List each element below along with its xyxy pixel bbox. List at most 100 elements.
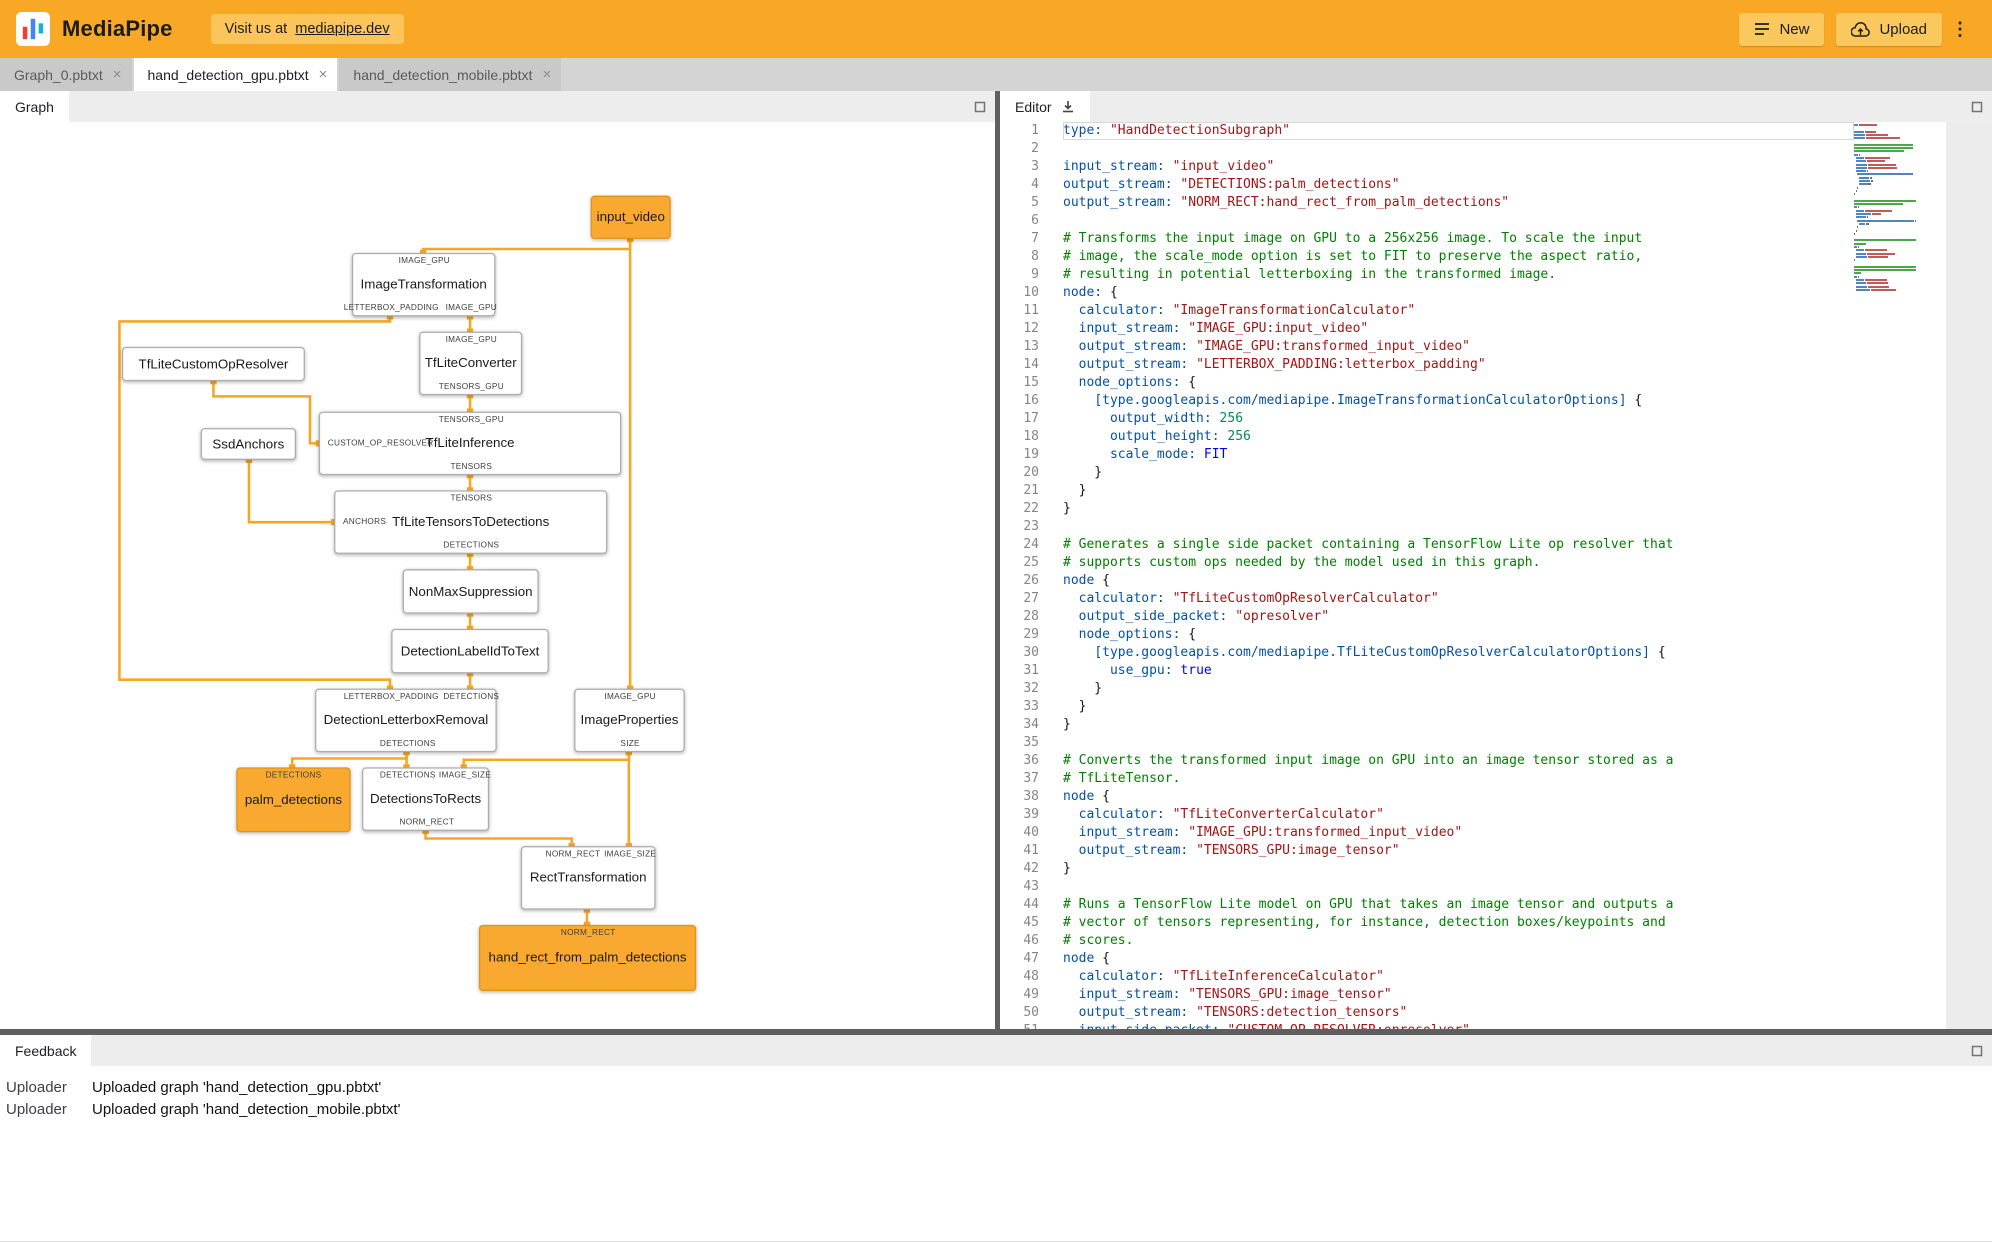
graph-node-label: hand_rect_from_palm_detections xyxy=(488,950,687,966)
code-line[interactable]: # Transforms the input image on GPU to a… xyxy=(1063,230,1854,248)
code-line[interactable]: # vector of tensors representing, for in… xyxy=(1063,914,1854,932)
minimap-line xyxy=(1854,245,1946,248)
code-line[interactable]: [type.googleapis.com/mediapipe.ImageTran… xyxy=(1063,392,1854,410)
file-tab-hand_detection_gpu.pbtxt[interactable]: hand_detection_gpu.pbtxt × xyxy=(133,58,338,91)
graph-node-tflite-converter[interactable]: IMAGE_GPU TENSORS_GPU TfLiteConverter xyxy=(419,331,523,396)
code-line[interactable]: output_stream: "IMAGE_GPU:transformed_in… xyxy=(1063,338,1854,356)
code-line[interactable]: input_stream: "IMAGE_GPU:input_video" xyxy=(1063,320,1854,338)
more-options-button[interactable]: ⋮ xyxy=(1944,11,1976,48)
code-line[interactable]: output_side_packet: "opresolver" xyxy=(1063,608,1854,626)
code-line[interactable]: input_stream: "TENSORS_GPU:image_tensor" xyxy=(1063,986,1854,1004)
code-line[interactable]: node_options: { xyxy=(1063,626,1854,644)
code-line[interactable]: # scores. xyxy=(1063,932,1854,950)
code-line[interactable]: output_stream: "NORM_RECT:hand_rect_from… xyxy=(1063,194,1854,212)
graph-node-tflite-tensors-to-detections[interactable]: TENSORS DETECTIONS ANCHORS TfLiteTensorsToD… xyxy=(334,490,608,554)
graph-node-image-properties[interactable]: IMAGE_GPU SIZE ImageProperties xyxy=(574,688,685,753)
close-icon[interactable]: × xyxy=(113,67,122,82)
minimap-line xyxy=(1854,242,1946,245)
code-line[interactable]: node: { xyxy=(1063,284,1854,302)
graph-node-detection-letterbox-removal[interactable]: LETTERBOX_PADDING DETECTIONS DETECTIONS Det… xyxy=(315,688,499,753)
new-button[interactable]: New xyxy=(1739,12,1825,46)
code-line[interactable]: # image, the scale_mode option is set to… xyxy=(1063,248,1854,266)
line-number: 32 xyxy=(1023,681,1039,696)
file-tab-hand_detection_mobile.pbtxt[interactable]: hand_detection_mobile.pbtxt × xyxy=(339,58,562,91)
code-line[interactable]: output_stream: "LETTERBOX_PADDING:letter… xyxy=(1063,356,1854,374)
code-line[interactable]: output_stream: "TENSORS:detection_tensor… xyxy=(1063,1004,1854,1022)
code-line[interactable]: node { xyxy=(1063,572,1854,590)
minimap-line xyxy=(1854,278,1946,281)
code-line[interactable]: input_stream: "input_video" xyxy=(1063,158,1854,176)
editor-scrollbar-track[interactable] xyxy=(1946,122,1992,1029)
code-line[interactable]: [type.googleapis.com/mediapipe.TfLiteCus… xyxy=(1063,644,1854,662)
code-line[interactable]: } xyxy=(1063,500,1854,518)
graph-node-hand-rect-from-palm-detections[interactable]: NORM_RECT hand_rect_from_palm_detections xyxy=(478,924,697,991)
graph-node-image-transformation[interactable]: IMAGE_GPU LETTERBOX_PADDING IMAGE_GPU Image… xyxy=(344,252,497,317)
code-line[interactable]: } xyxy=(1063,860,1854,878)
visit-link[interactable]: mediapipe.dev xyxy=(295,21,389,37)
code-line[interactable]: # TfLiteTensor. xyxy=(1063,770,1854,788)
line-number: 25 xyxy=(1023,555,1039,570)
graph-canvas-viewport[interactable]: input_video IMAGE_GPU LETTERBOX_PADDING IMA… xyxy=(0,122,995,1029)
code-line[interactable]: calculator: "TfLiteConverterCalculator" xyxy=(1063,806,1854,824)
code-editor[interactable]: 1 2 3 4 5 6 7 8 9 10 11 12 13 14 15 16 17 18 19 20 21 22 23 24 2… xyxy=(1000,122,1992,1029)
code-line[interactable]: } xyxy=(1063,698,1854,716)
download-graph-icon[interactable] xyxy=(1061,100,1075,114)
minimap-line xyxy=(1854,150,1946,153)
code-line[interactable]: # resulting in potential letterboxing in… xyxy=(1063,266,1854,284)
graph-node-tflite-custom-op-resolver[interactable]: TfLiteCustomOpResolver xyxy=(121,346,305,382)
code-line[interactable]: input_stream: "IMAGE_GPU:transformed_inp… xyxy=(1063,824,1854,842)
code-line[interactable] xyxy=(1063,140,1854,158)
line-number: 15 xyxy=(1023,375,1039,390)
graph-node-palm-detections[interactable]: DETECTIONS palm_detections xyxy=(236,767,351,833)
code-line[interactable] xyxy=(1063,518,1854,536)
editor-minimap[interactable] xyxy=(1854,122,1946,1029)
code-line[interactable]: } xyxy=(1063,482,1854,500)
graph-node-label: NonMaxSuppression xyxy=(408,583,533,600)
code-line[interactable]: node { xyxy=(1063,950,1854,968)
code-line[interactable]: output_stream: "DETECTIONS:palm_detectio… xyxy=(1063,176,1854,194)
code-line[interactable]: } xyxy=(1063,464,1854,482)
graph-node-detections-to-rects[interactable]: DETECTIONS IMAGE_SIZE NORM_RECT DetectionsT… xyxy=(362,767,491,831)
graph-node-ssd-anchors[interactable]: SsdAnchors xyxy=(200,428,297,460)
graph-node-detection-label-id-to-text[interactable]: DetectionLabelIdToText xyxy=(391,628,549,674)
line-number: 20 xyxy=(1023,465,1039,480)
code-line[interactable]: output_width: 256 xyxy=(1063,410,1854,428)
file-tab-Graph_0.pbtxt[interactable]: Graph_0.pbtxt × xyxy=(0,58,132,91)
code-line[interactable]: use_gpu: true xyxy=(1063,662,1854,680)
tab-feedback[interactable]: Feedback xyxy=(0,1035,92,1066)
graph-node-non-max-suppression[interactable]: NonMaxSuppression xyxy=(402,569,539,614)
visit-chip: Visit us at mediapipe.dev xyxy=(210,14,404,44)
code-line[interactable]: calculator: "TfLiteCustomOpResolverCalcu… xyxy=(1063,590,1854,608)
code-line[interactable]: calculator: "TfLiteInferenceCalculator" xyxy=(1063,968,1854,986)
graph-node-input-video[interactable]: input_video xyxy=(590,195,671,239)
code-line[interactable]: input_side_packet: "CUSTOM_OP_RESOLVER:o… xyxy=(1063,1022,1854,1029)
code-line[interactable]: output_height: 256 xyxy=(1063,428,1854,446)
port-label: IMAGE_SIZE xyxy=(604,849,657,859)
upload-button[interactable]: Upload xyxy=(1836,12,1942,46)
code-line[interactable]: node_options: { xyxy=(1063,374,1854,392)
close-icon[interactable]: × xyxy=(542,67,551,82)
code-line[interactable] xyxy=(1063,878,1854,896)
graph-node-rect-transformation[interactable]: NORM_RECT IMAGE_SIZE RectTransformation xyxy=(520,846,657,910)
code-line[interactable]: calculator: "ImageTransformationCalculat… xyxy=(1063,302,1854,320)
expand-graph-panel-icon[interactable] xyxy=(974,91,986,122)
expand-editor-panel-icon[interactable] xyxy=(1971,91,1983,122)
expand-feedback-panel-icon[interactable] xyxy=(1971,1035,1983,1066)
code-line[interactable]: scale_mode: FIT xyxy=(1063,446,1854,464)
code-line[interactable]: } xyxy=(1063,680,1854,698)
code-line[interactable] xyxy=(1063,734,1854,752)
editor-code[interactable]: type: "HandDetectionSubgraph" input_strea… xyxy=(1060,122,1854,1029)
code-line[interactable]: type: "HandDetectionSubgraph" xyxy=(1063,122,1854,140)
code-line[interactable]: output_stream: "TENSORS_GPU:image_tensor… xyxy=(1063,842,1854,860)
code-line[interactable]: # Runs a TensorFlow Lite model on GPU th… xyxy=(1063,896,1854,914)
code-line[interactable]: } xyxy=(1063,716,1854,734)
code-line[interactable]: # Generates a single side packet contain… xyxy=(1063,536,1854,554)
code-line[interactable]: # Converts the transformed input image o… xyxy=(1063,752,1854,770)
code-line[interactable]: node { xyxy=(1063,788,1854,806)
code-line[interactable]: # supports custom ops needed by the mode… xyxy=(1063,554,1854,572)
graph-node-tflite-inference[interactable]: TENSORS_GPU TENSORS CUSTOM_OP_RESOLVER TfLi… xyxy=(318,411,622,476)
tab-graph[interactable]: Graph xyxy=(0,91,69,122)
code-line[interactable] xyxy=(1063,212,1854,230)
close-icon[interactable]: × xyxy=(319,67,328,82)
tab-editor[interactable]: Editor xyxy=(1000,91,1090,122)
